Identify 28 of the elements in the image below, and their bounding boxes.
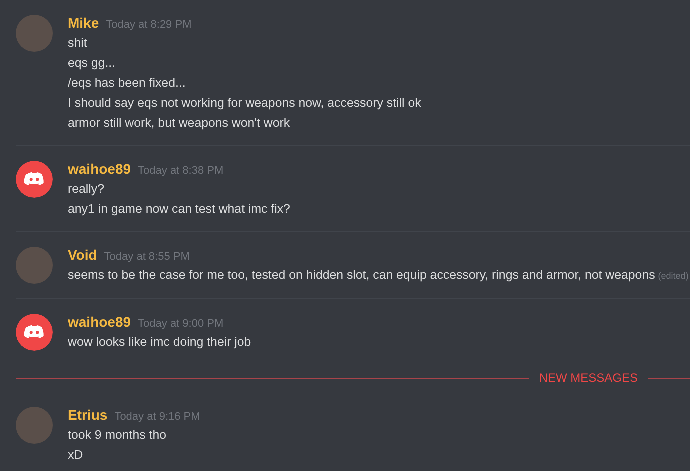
timestamp: Today at 9:00 PM xyxy=(138,317,224,332)
message-text: shit xyxy=(68,36,88,50)
message-text: really? xyxy=(68,182,105,196)
username[interactable]: waihoe89 xyxy=(68,312,132,332)
avatar-photo-placeholder[interactable] xyxy=(16,15,53,52)
game-controller-avatar-icon[interactable] xyxy=(16,314,53,351)
new-messages-label: NEW MESSAGES xyxy=(539,371,638,385)
message-text: seems to be the case for me too, tested on hidden slot, can equip accessory, rings and armor, not weapons xyxy=(68,268,656,282)
message-text: /eqs has been fixed... xyxy=(68,76,186,90)
username[interactable]: Void xyxy=(68,245,98,265)
timestamp: Today at 8:29 PM xyxy=(106,18,192,33)
username[interactable]: Etrius xyxy=(68,405,108,425)
avatar-photo-placeholder[interactable] xyxy=(16,407,53,444)
timestamp: Today at 9:16 PM xyxy=(114,410,200,425)
message-text: armor still work, but weapons won't work xyxy=(68,116,290,130)
message-text: xD xyxy=(68,448,84,462)
timestamp: Today at 8:38 PM xyxy=(138,164,224,179)
message-text: wow looks like imc doing their job xyxy=(68,335,252,349)
message-text: eqs gg... xyxy=(68,56,116,70)
message-text: took 9 months tho xyxy=(68,428,166,442)
game-controller-avatar-icon[interactable] xyxy=(16,161,53,198)
edited-label: (edited) xyxy=(658,271,689,281)
message-text: any1 in game now can test what imc fix? xyxy=(68,202,290,216)
timestamp: Today at 8:55 PM xyxy=(104,250,190,265)
avatar-photo-placeholder[interactable] xyxy=(16,247,53,284)
username[interactable]: waihoe89 xyxy=(68,159,132,179)
message-text: I should say eqs not working for weapons now, accessory still ok xyxy=(68,96,422,110)
username[interactable]: Mike xyxy=(68,13,100,33)
